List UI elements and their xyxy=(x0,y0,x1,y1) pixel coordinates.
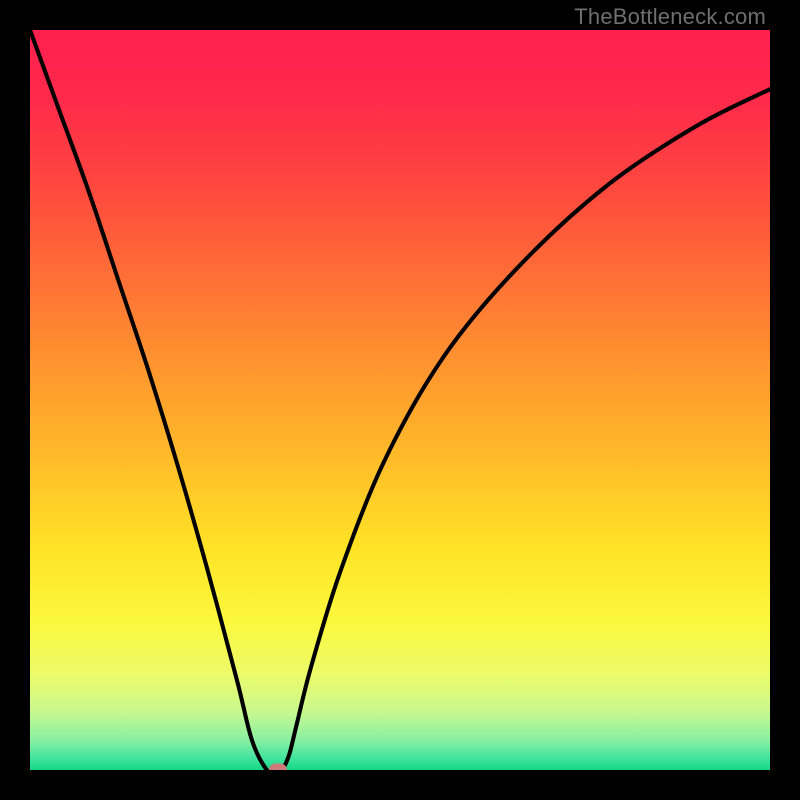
plot-area xyxy=(30,30,770,770)
watermark-text: TheBottleneck.com xyxy=(574,4,766,30)
background-gradient xyxy=(30,30,770,770)
optimal-point-marker xyxy=(269,764,287,771)
chart-frame: TheBottleneck.com xyxy=(0,0,800,800)
